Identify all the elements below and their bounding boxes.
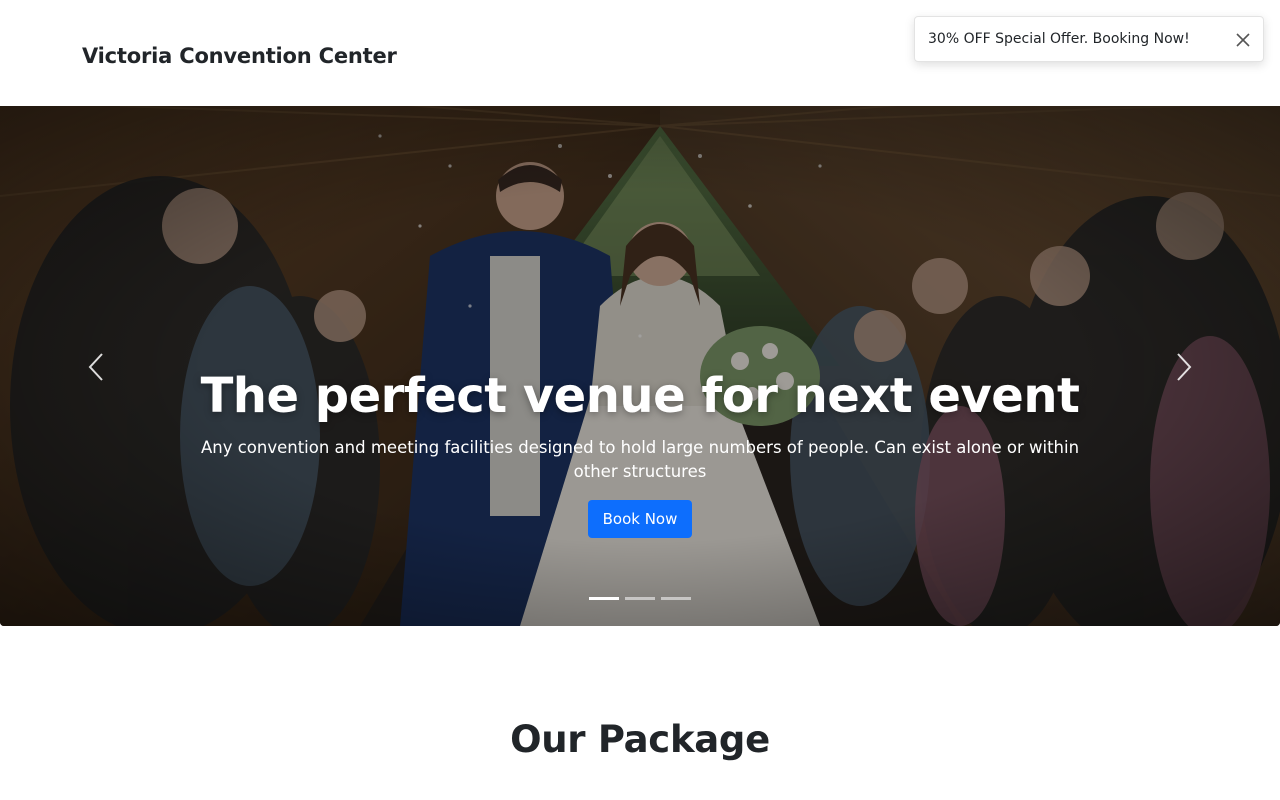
hero-title: The perfect venue for next event: [200, 368, 1080, 424]
offer-toast-message: 30% OFF Special Offer. Booking Now!: [928, 31, 1190, 47]
carousel-indicator-3[interactable]: [661, 597, 691, 600]
hero-background-photo: [0, 106, 1280, 626]
offer-toast: 30% OFF Special Offer. Booking Now!: [914, 16, 1264, 62]
carousel-indicator-2[interactable]: [625, 597, 655, 600]
hero-subtitle: Any convention and meeting facilities de…: [200, 438, 1080, 481]
hero-carousel: The perfect venue for next event Any con…: [0, 106, 1280, 626]
carousel-indicator-1[interactable]: [589, 597, 619, 600]
close-icon[interactable]: [1233, 30, 1253, 50]
carousel-indicators: [589, 597, 693, 601]
section-title-package: Our Package: [510, 718, 770, 761]
brand-logo[interactable]: Victoria Convention Center: [82, 44, 397, 68]
book-now-button[interactable]: Book Now: [588, 500, 692, 538]
